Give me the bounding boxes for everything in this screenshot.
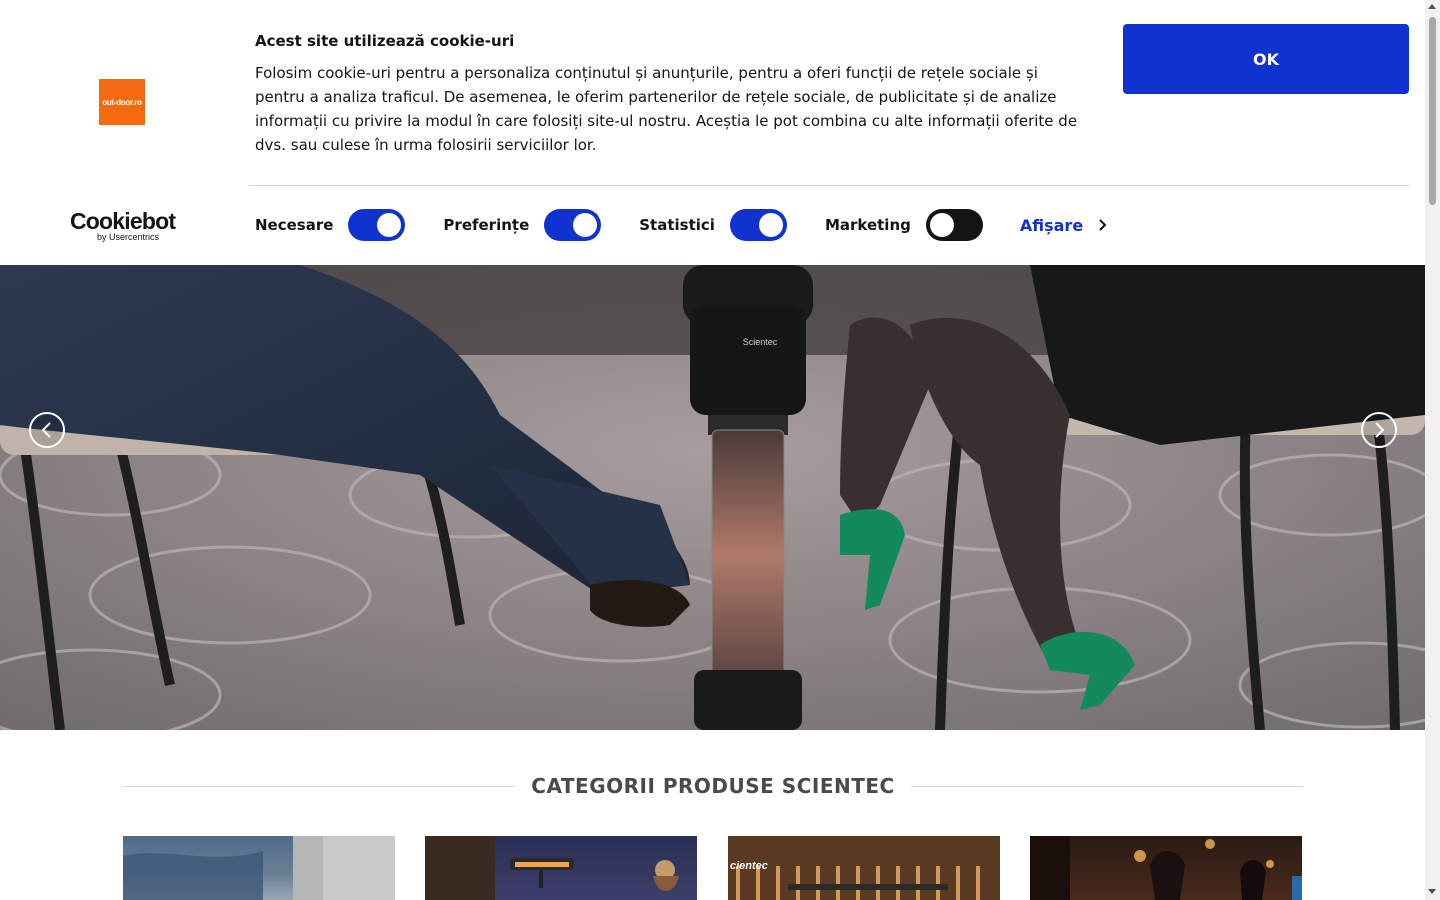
cookie-banner-divider bbox=[249, 185, 1409, 186]
category-image-3 bbox=[728, 836, 1000, 900]
cookie-consent-banner: out-door.ro Cookiebot by Usercentrics Ac… bbox=[0, 0, 1425, 265]
site-logo: out-door.ro bbox=[99, 79, 145, 125]
ok-button[interactable]: OK bbox=[1123, 24, 1409, 94]
heading-line-left bbox=[123, 785, 516, 787]
toggle-label-necesare: Necesare bbox=[255, 216, 334, 234]
page-scrollbar[interactable] bbox=[1425, 0, 1440, 900]
chevron-right-icon bbox=[1099, 219, 1107, 231]
category-image-2 bbox=[425, 836, 679, 900]
toggle-label-preferinte: Preferințe bbox=[443, 216, 530, 234]
cookie-banner-logos: out-door.ro Cookiebot by Usercentrics bbox=[0, 0, 249, 265]
category-card-1[interactable] bbox=[123, 836, 395, 900]
toggle-label-statistici: Statistici bbox=[639, 216, 715, 234]
details-link-label: Afișare bbox=[1019, 215, 1084, 235]
details-link[interactable]: Afișare bbox=[1020, 216, 1107, 235]
scroll-down-arrow-icon[interactable] bbox=[1428, 889, 1436, 894]
toggle-label-marketing: Marketing bbox=[824, 216, 911, 234]
scrollbar-thumb[interactable] bbox=[1429, 17, 1436, 205]
scroll-up-arrow-icon[interactable] bbox=[1428, 4, 1436, 9]
category-card-2[interactable] bbox=[425, 836, 697, 900]
categories-heading: CATEGORII PRODUSE SCIENTEC bbox=[123, 770, 1304, 802]
heading-line-right bbox=[910, 785, 1304, 787]
toggle-preferinte[interactable] bbox=[544, 209, 602, 241]
toggle-knob bbox=[573, 213, 598, 237]
category-card-brand: cientec bbox=[730, 860, 768, 872]
cookie-banner-text: Folosim cookie-uri pentru a personaliza … bbox=[255, 64, 1078, 154]
category-card-4[interactable] bbox=[1030, 836, 1302, 900]
cookiebot-logo[interactable]: Cookiebot by Usercentrics bbox=[70, 208, 180, 243]
toggle-necesare[interactable] bbox=[348, 209, 406, 241]
slider-next-button[interactable] bbox=[1361, 412, 1397, 448]
consent-toggles: Necesare Preferințe Statistici Marketing… bbox=[255, 208, 1107, 242]
chevron-right-icon bbox=[1375, 422, 1385, 438]
toggle-knob bbox=[377, 213, 402, 237]
toggle-knob bbox=[929, 213, 954, 237]
hero-image: Scientec bbox=[0, 265, 1425, 730]
toggle-group-marketing: Marketing bbox=[825, 209, 983, 241]
category-image-4 bbox=[1030, 836, 1302, 900]
slider-prev-button[interactable] bbox=[29, 412, 65, 448]
toggle-group-necesare: Necesare bbox=[255, 209, 406, 241]
chevron-left-icon bbox=[41, 422, 51, 438]
category-image-1 bbox=[123, 836, 395, 900]
toggle-statistici[interactable] bbox=[729, 209, 787, 241]
category-grid: cientec bbox=[123, 836, 1303, 900]
categories-title: CATEGORII PRODUSE SCIENTEC bbox=[531, 774, 895, 798]
category-card-3[interactable]: cientec bbox=[728, 836, 1000, 900]
toggle-group-statistici: Statistici bbox=[639, 209, 787, 241]
cookiebot-name: Cookiebot bbox=[70, 208, 176, 234]
toggle-knob bbox=[758, 213, 783, 237]
heater-brand: Scientec bbox=[743, 337, 778, 347]
toggle-group-preferinte: Preferințe bbox=[443, 209, 602, 241]
toggle-marketing[interactable] bbox=[925, 209, 983, 241]
cookie-banner-title: Acest site utilizează cookie-uri bbox=[255, 32, 515, 50]
hero-slider: Scientec bbox=[0, 265, 1425, 730]
